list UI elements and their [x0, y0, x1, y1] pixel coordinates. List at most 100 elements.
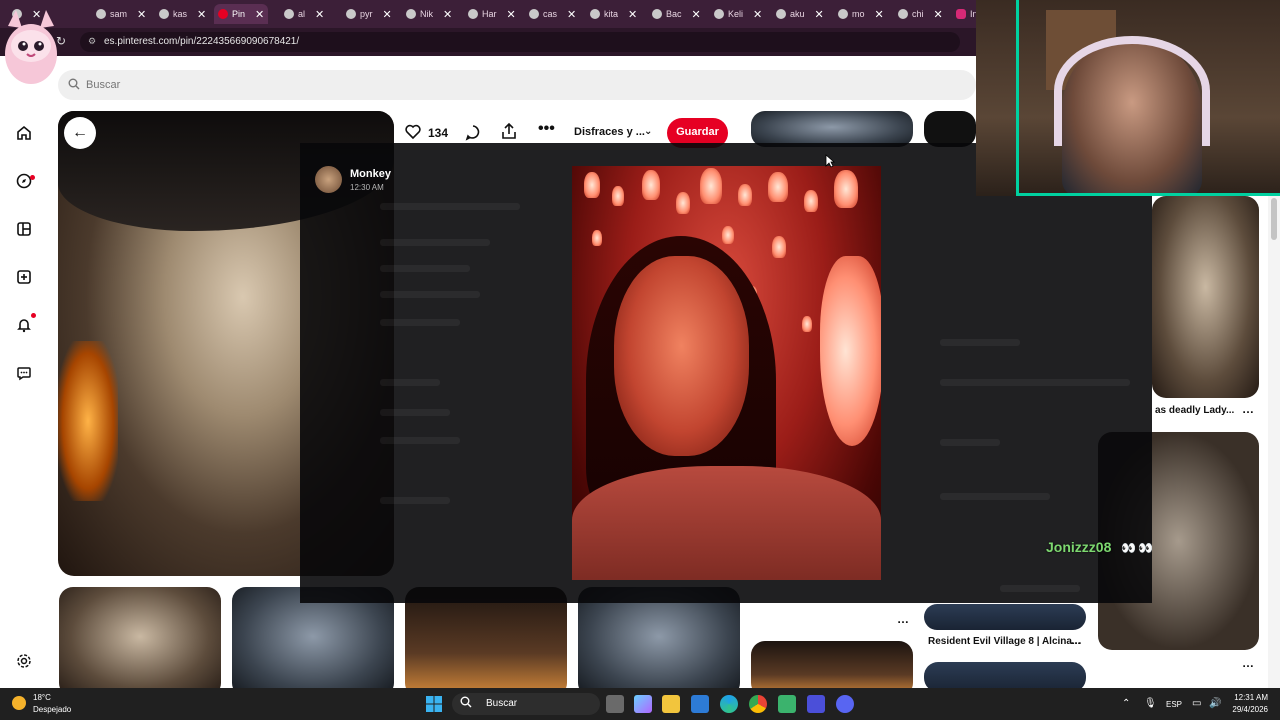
store-icon[interactable] — [691, 695, 709, 713]
pin-thumbnail[interactable] — [1152, 196, 1259, 398]
pin-thumbnail[interactable] — [59, 587, 221, 697]
back-button[interactable]: ← — [64, 117, 96, 149]
task-view-icon[interactable] — [606, 695, 624, 713]
author-name[interactable]: Monkey — [350, 168, 391, 180]
tab-item[interactable]: Har ✕ — [464, 4, 520, 24]
share-icon[interactable] — [500, 122, 518, 143]
mascot-sticker — [5, 10, 57, 84]
site-info-icon[interactable]: ⚙ — [88, 36, 96, 47]
large-lantern — [820, 256, 881, 446]
app-icon[interactable] — [807, 695, 825, 713]
chrome-icon — [346, 9, 356, 19]
pin-thumbnail[interactable] — [924, 111, 976, 147]
like-count: 134 — [428, 126, 449, 140]
chrome-icon — [652, 9, 662, 19]
close-tab-icon[interactable]: ✕ — [567, 8, 576, 21]
ghost-line — [380, 291, 480, 298]
volume-icon[interactable]: 🔊 — [1209, 698, 1221, 709]
tab-item[interactable]: kita ✕ — [586, 4, 641, 24]
input-language[interactable]: ESP — [1166, 700, 1182, 709]
pin-thumbnail[interactable] — [924, 604, 1086, 630]
board-select[interactable]: Disfraces y ... — [574, 126, 645, 138]
network-icon[interactable]: ▭ — [1192, 698, 1201, 709]
widgets-icon[interactable] — [634, 695, 652, 713]
notifications-bell-icon[interactable] — [14, 315, 34, 335]
close-tab-icon[interactable]: ✕ — [137, 8, 146, 21]
ghost-line — [940, 439, 1000, 446]
avatar[interactable] — [315, 166, 342, 193]
app-icon[interactable] — [778, 695, 796, 713]
close-tab-icon[interactable]: ✕ — [692, 8, 701, 21]
lantern — [592, 230, 602, 246]
pin-thumbnail[interactable] — [578, 587, 740, 697]
scrollbar-thumb[interactable] — [1271, 198, 1277, 240]
tab-item-pinterest[interactable]: Pin ✕ — [214, 4, 269, 24]
close-tab-icon[interactable]: ✕ — [315, 8, 324, 21]
tab-item[interactable]: pyr ✕ — [342, 4, 396, 24]
pin-caption[interactable]: as deadly Lady... — [1155, 405, 1234, 416]
pin-thumbnail[interactable] — [232, 587, 394, 697]
heart-icon[interactable] — [404, 123, 422, 144]
settings-gear-icon[interactable] — [14, 651, 34, 671]
close-tab-icon[interactable]: ✕ — [197, 8, 206, 21]
chrome-icon[interactable] — [749, 695, 767, 713]
search-input[interactable]: Buscar — [58, 70, 976, 100]
tab-item[interactable]: mo ✕ — [834, 4, 888, 24]
close-tab-icon[interactable]: ✕ — [628, 8, 637, 21]
weather-desc: Despejado — [33, 705, 72, 714]
tab-item[interactable]: kas ✕ — [155, 4, 210, 24]
pin-more-icon[interactable]: … — [897, 612, 909, 626]
close-tab-icon[interactable]: ✕ — [383, 8, 392, 21]
tab-item[interactable]: Nik ✕ — [402, 4, 456, 24]
taskbar-search[interactable]: Buscar — [452, 693, 600, 715]
discord-icon[interactable] — [836, 695, 854, 713]
windows-start-icon[interactable] — [426, 696, 442, 715]
chrome-icon — [159, 9, 169, 19]
chevron-down-icon[interactable]: ⌄ — [644, 126, 652, 137]
tab-item[interactable]: chi ✕ — [894, 4, 947, 24]
weather-moon-icon[interactable] — [12, 696, 26, 710]
close-tab-icon[interactable]: ✕ — [815, 8, 824, 21]
messages-icon[interactable] — [14, 363, 34, 383]
tab-item[interactable]: Keli ✕ — [710, 4, 766, 24]
close-tab-icon[interactable]: ✕ — [507, 8, 516, 21]
clock-time[interactable]: 12:31 AM — [1232, 693, 1268, 702]
home-icon[interactable] — [14, 123, 34, 143]
close-tab-icon[interactable]: ✕ — [443, 8, 452, 21]
tab-label: Keli — [728, 9, 744, 19]
tab-item[interactable]: al ✕ — [280, 4, 328, 24]
tab-item[interactable]: sam ✕ — [92, 4, 150, 24]
close-tab-icon[interactable]: ✕ — [753, 8, 762, 21]
tab-item[interactable]: aku ✕ — [772, 4, 828, 24]
chrome-icon — [284, 9, 294, 19]
comment-icon[interactable] — [464, 123, 482, 144]
create-icon[interactable] — [14, 267, 34, 287]
edge-icon[interactable] — [720, 695, 738, 713]
pin-thumbnail[interactable] — [405, 587, 567, 697]
tab-item[interactable]: Bac ✕ — [648, 4, 705, 24]
pin-more-icon[interactable]: … — [1242, 402, 1254, 416]
clock-date[interactable]: 29/4/2026 — [1222, 705, 1268, 714]
pin-thumbnail[interactable] — [751, 111, 913, 147]
page-scrollbar[interactable] — [1268, 196, 1280, 688]
pin-caption[interactable]: Resident Evil Village 8 | Alcina... — [928, 636, 1080, 647]
microphone-icon[interactable]: 🎙 — [1144, 698, 1157, 709]
boards-icon[interactable] — [14, 219, 34, 239]
more-options-icon[interactable]: ••• — [538, 120, 555, 138]
file-explorer-icon[interactable] — [662, 695, 680, 713]
mouse-cursor-icon — [825, 154, 836, 171]
url-field[interactable]: ⚙ es.pinterest.com/pin/22243566909067842… — [80, 32, 960, 52]
tab-item[interactable]: cas ✕ — [525, 4, 580, 24]
ghost-line — [940, 379, 1130, 386]
chevron-up-icon[interactable]: ⌃ — [1122, 698, 1130, 709]
attachment-photo[interactable] — [572, 166, 881, 580]
pin-more-icon[interactable]: … — [1242, 656, 1254, 670]
explore-icon[interactable] — [14, 171, 34, 191]
pin-more-icon[interactable]: … — [1070, 633, 1082, 647]
ghost-line — [380, 437, 460, 444]
webcam-overlay — [976, 0, 1280, 196]
close-tab-icon[interactable]: ✕ — [934, 8, 943, 21]
close-tab-icon[interactable]: ✕ — [875, 8, 884, 21]
close-tab-icon[interactable]: ✕ — [255, 8, 264, 21]
lantern — [772, 236, 786, 258]
